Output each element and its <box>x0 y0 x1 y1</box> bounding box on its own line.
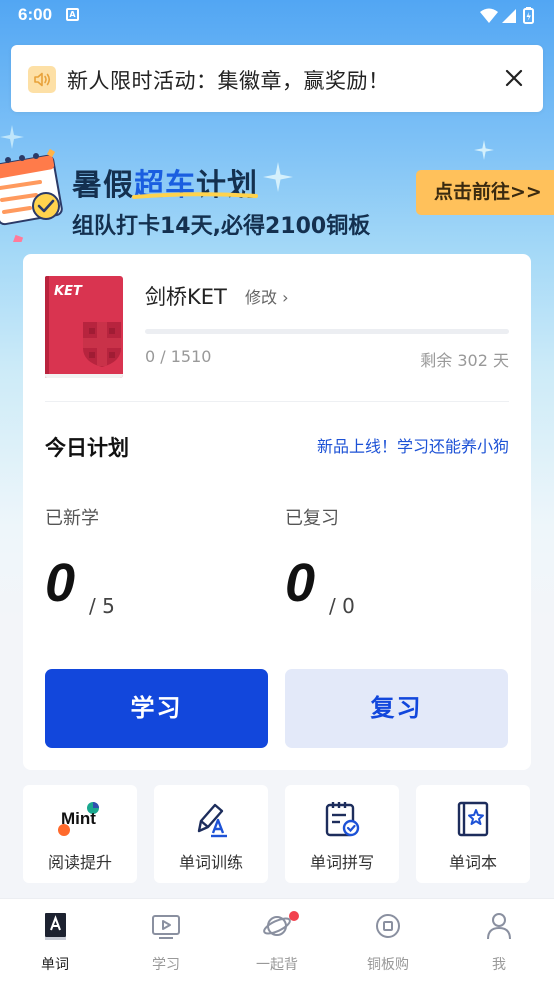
new-learned-count: 0 <box>45 553 76 613</box>
mint-logo-icon: Mint <box>58 799 100 839</box>
tool-label: 单词训练 <box>178 853 243 872</box>
notification-app-icon: A <box>66 8 79 21</box>
speaker-icon <box>28 66 56 93</box>
edit-course-link[interactable]: 修改 › <box>245 284 289 308</box>
new-learned-label: 已新学 <box>45 508 99 529</box>
tab-label: 一起背 <box>256 957 298 973</box>
tool-word-training[interactable]: 单词训练 <box>154 785 268 883</box>
tool-spelling[interactable]: 单词拼写 <box>285 785 399 883</box>
close-icon[interactable] <box>503 67 525 89</box>
new-learned-total: / 5 <box>89 594 115 618</box>
notification-dot <box>289 911 299 921</box>
tab-together[interactable]: 一起背 <box>222 899 332 984</box>
calendar-check-illustration <box>0 148 63 242</box>
sparkle-icon <box>474 140 494 160</box>
shield-icon <box>83 322 121 367</box>
review-button[interactable]: 复习 <box>285 669 508 748</box>
reviewed-label: 已复习 <box>285 508 339 529</box>
calendar-check-icon <box>325 802 360 837</box>
star-book-icon <box>457 801 489 837</box>
banner-subtitle: 组队打卡14天,必得2100铜板 <box>72 214 371 239</box>
course-progress-bar <box>145 329 509 334</box>
reviewed-count: 0 <box>285 553 316 613</box>
word-book-icon <box>45 913 66 940</box>
tab-label: 铜板购 <box>367 957 409 973</box>
status-time: 6:00 <box>18 5 53 24</box>
new-product-link[interactable]: 新品上线！学习还能养小狗 <box>317 433 509 457</box>
coin-icon <box>376 914 400 938</box>
notice-text: 新人限时活动：集徽章，赢奖励！ <box>67 69 390 93</box>
learn-button[interactable]: 学习 <box>45 669 268 748</box>
summer-plan-banner[interactable]: 暑假超车计划 组队打卡14天,必得2100铜板 点击前往>> <box>0 120 554 260</box>
progress-count: 0 / 1510 <box>145 347 212 366</box>
pen-a-icon <box>197 803 227 838</box>
divider <box>45 401 509 402</box>
system-status-icons <box>480 7 534 24</box>
tool-label: 阅读提升 <box>47 853 112 872</box>
study-plan-card: KET 剑桥KET 修改 › 0 / 1510 剩余 302 天 今日计划 新品… <box>23 254 531 770</box>
banner-go-button[interactable]: 点击前往>> <box>416 170 554 215</box>
bottom-tab-bar: 单词 学习 一起背 铜板购 我 <box>0 898 554 984</box>
tab-label: 学习 <box>152 957 180 973</box>
status-bar: 6:00 A <box>0 0 554 32</box>
book-cover: KET <box>45 276 123 378</box>
planet-icon <box>263 916 291 936</box>
play-screen-icon <box>152 915 180 939</box>
profile-icon <box>487 913 511 940</box>
tab-words[interactable]: 单词 <box>0 899 110 984</box>
course-name: 剑桥KET <box>145 285 227 309</box>
tab-study[interactable]: 学习 <box>111 899 221 984</box>
promo-notice[interactable]: 新人限时活动：集徽章，赢奖励！ <box>11 45 543 112</box>
tool-wordbook[interactable]: 单词本 <box>416 785 530 883</box>
plan-title: 今日计划 <box>45 436 129 460</box>
tab-label: 我 <box>492 957 506 973</box>
tab-coin-shop[interactable]: 铜板购 <box>333 899 443 984</box>
tool-label: 单词本 <box>448 853 497 872</box>
tool-label: 单词拼写 <box>309 853 374 872</box>
sparkle-icon <box>263 162 293 192</box>
title-underline <box>132 192 258 199</box>
book-label: KET <box>54 284 82 299</box>
remaining-days: 剩余 302 天 <box>420 351 509 370</box>
tab-label: 单词 <box>41 957 69 973</box>
tool-reading[interactable]: Mint 阅读提升 <box>23 785 137 883</box>
reviewed-total: / 0 <box>329 594 355 618</box>
mint-logo-text: Mint <box>61 809 96 828</box>
tab-me[interactable]: 我 <box>444 899 554 984</box>
